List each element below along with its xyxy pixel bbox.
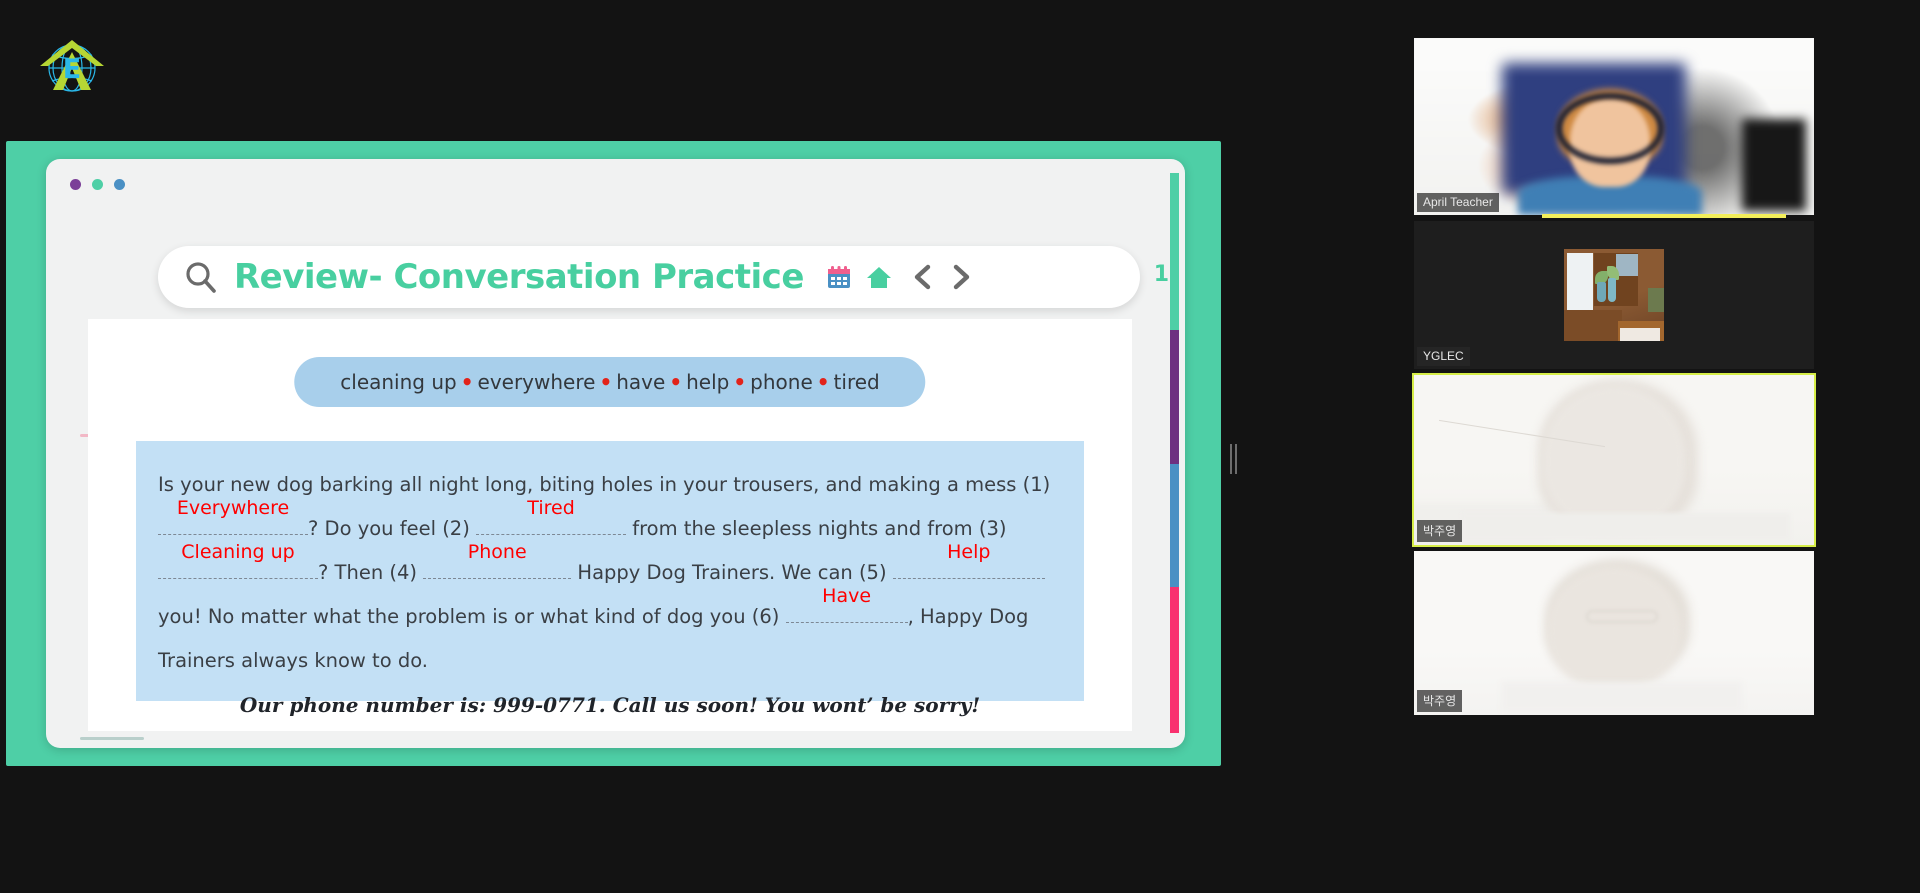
segment-purple[interactable] (1170, 329, 1179, 465)
participant-tile-list: April Teacher YGLEC 박주영 박주영 (1412, 38, 1816, 721)
word-bank-item: everywhere (477, 370, 596, 394)
answer-text-2: Tired (527, 497, 575, 519)
word-bank: cleaning up • everywhere • have • help • phone • t… (294, 357, 926, 407)
segment-green[interactable] (1170, 173, 1179, 330)
answer-text-4: Phone (467, 541, 527, 563)
answer-text-5: Help (947, 541, 991, 563)
chevron-right-icon[interactable] (950, 264, 972, 290)
slide-navigation (912, 264, 972, 290)
word-separator: • (733, 370, 747, 394)
word-separator: • (599, 370, 613, 394)
word-bank-item: tired (833, 370, 880, 394)
video-tile-yglec[interactable]: YGLEC (1414, 221, 1814, 369)
participant-name-label: 박주영 (1417, 690, 1463, 712)
window-dots (70, 179, 125, 190)
answer-blank-5[interactable]: Help (892, 541, 1045, 579)
home-icon[interactable] (866, 264, 892, 290)
shared-thumbnail (1564, 249, 1664, 341)
paragraph-text: Is your new dog barking all night long, … (158, 473, 1051, 496)
window-dot-green[interactable] (92, 179, 103, 190)
video-tile-parkjuyoung-2[interactable]: 박주영 (1414, 551, 1814, 715)
slide-viewer-window: Review- Conversation Practice 1 cleaning… (46, 159, 1185, 748)
answer-text-3: Cleaning up (181, 541, 295, 563)
paragraph-text: ? Then (4) (318, 561, 424, 584)
answer-text-6: Have (822, 585, 872, 607)
window-dot-blue[interactable] (114, 179, 125, 190)
exercise-card: Is your new dog barking all night long, … (136, 441, 1084, 717)
video-feed-yglec: YGLEC (1414, 221, 1814, 369)
segment-pink[interactable] (1170, 587, 1179, 733)
word-bank-item: help (686, 370, 730, 394)
word-bank-item: have (616, 370, 666, 394)
brand-logo[interactable]: E (34, 26, 110, 98)
answer-text-1: Everywhere (176, 497, 290, 519)
active-speaker-bar (1542, 214, 1786, 218)
slide-title-bar[interactable]: Review- Conversation Practice (158, 246, 1140, 308)
calendar-icon[interactable] (826, 264, 852, 290)
title-icon-group (826, 264, 892, 290)
search-icon[interactable] (184, 260, 218, 294)
word-separator: • (460, 370, 474, 394)
participant-name-label: April Teacher (1417, 193, 1499, 212)
segment-blue[interactable] (1170, 464, 1179, 588)
participant-name-label: YGLEC (1417, 347, 1470, 366)
window-dot-purple[interactable] (70, 179, 81, 190)
screen-root: E Review- Conversation Practice 1 cleani… (0, 0, 1920, 893)
video-feed-parkjuyoung-1: 박주영 (1414, 375, 1814, 545)
video-tile-april-teacher[interactable]: April Teacher (1414, 38, 1814, 218)
word-bank-item: cleaning up (340, 370, 457, 394)
word-bank-item: phone (750, 370, 813, 394)
slide-page: cleaning up • everywhere • have • help • phone • t… (88, 319, 1132, 731)
video-feed-parkjuyoung-2: 박주영 (1414, 551, 1814, 715)
word-separator: • (816, 370, 830, 394)
paragraph-text: ? Do you feel (2) (308, 517, 477, 540)
participant-name-label: 박주영 (1417, 520, 1463, 542)
answer-blank-3[interactable]: Cleaning up (158, 541, 318, 579)
page-number: 1 (1153, 262, 1169, 287)
answer-blank-6[interactable]: Have (785, 585, 908, 623)
chevron-left-icon[interactable] (912, 264, 934, 290)
scrollbar-strip[interactable] (1170, 173, 1179, 733)
answer-blank-4[interactable]: Phone (423, 541, 572, 579)
page-title: Review- Conversation Practice (234, 257, 804, 297)
video-feed-april-teacher: April Teacher (1414, 38, 1814, 215)
svg-text:E: E (63, 54, 81, 85)
slide-viewer-frame: Review- Conversation Practice 1 cleaning… (6, 141, 1221, 766)
exercise-paragraph: Is your new dog barking all night long, … (158, 463, 1062, 683)
closing-line: Our phone number is: 999-0771. Call us s… (239, 693, 981, 717)
resize-handle-icon[interactable] (1228, 443, 1238, 475)
paragraph-text: you! No matter what the problem is or wh… (158, 605, 786, 628)
word-separator: • (669, 370, 683, 394)
decor-line-bottom (80, 737, 144, 740)
video-tile-parkjuyoung-1[interactable]: 박주영 (1412, 373, 1816, 547)
education-globe-arrow-logo-icon: E (40, 40, 104, 92)
